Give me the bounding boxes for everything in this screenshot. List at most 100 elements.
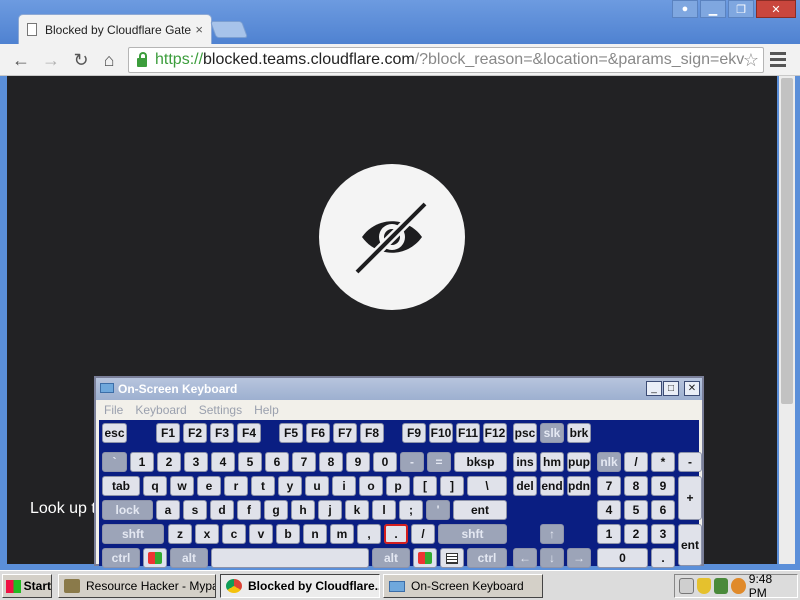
chrome-menu-icon[interactable] xyxy=(768,49,788,69)
key-enter[interactable]: ent xyxy=(453,500,507,520)
key-numpad-multiply[interactable]: * xyxy=(651,452,675,472)
key-8[interactable]: 8 xyxy=(319,452,343,472)
key-f5[interactable]: F5 xyxy=(279,423,303,443)
key-numpad-7[interactable]: 7 xyxy=(597,476,621,496)
maximize-button[interactable]: ❐ xyxy=(728,0,754,18)
home-button[interactable]: ⌂ xyxy=(98,49,120,71)
reload-button[interactable]: ↻ xyxy=(70,49,92,71)
key-brk[interactable]: brk xyxy=(567,423,591,443)
key-arrow-down[interactable]: ↓ xyxy=(540,548,564,568)
menu-keyboard[interactable]: Keyboard xyxy=(135,403,186,417)
address-bar[interactable]: https://blocked.teams.cloudflare.com/?bl… xyxy=(128,47,764,73)
key-numpad-plus[interactable]: + xyxy=(678,476,702,520)
network-icon[interactable] xyxy=(713,578,729,594)
key-windows-right[interactable] xyxy=(413,548,437,568)
key-p[interactable]: p xyxy=(386,476,410,496)
key-0[interactable]: 0 xyxy=(373,452,397,472)
key-backtick[interactable]: ` xyxy=(102,452,127,472)
key-f12[interactable]: F12 xyxy=(483,423,507,443)
key-f4[interactable]: F4 xyxy=(237,423,261,443)
key-i[interactable]: i xyxy=(332,476,356,496)
key-numpad-5[interactable]: 5 xyxy=(624,500,648,520)
key-f7[interactable]: F7 xyxy=(333,423,357,443)
key-equals[interactable]: = xyxy=(427,452,451,472)
key-u[interactable]: u xyxy=(305,476,329,496)
key-y[interactable]: y xyxy=(278,476,302,496)
key-esc[interactable]: esc xyxy=(102,423,127,443)
key-backslash[interactable]: \ xyxy=(467,476,507,496)
key-t[interactable]: t xyxy=(251,476,275,496)
key-numpad-2[interactable]: 2 xyxy=(624,524,648,544)
key-f1[interactable]: F1 xyxy=(156,423,180,443)
key-numpad-6[interactable]: 6 xyxy=(651,500,675,520)
key-numpad-1[interactable]: 1 xyxy=(597,524,621,544)
key-numpad-8[interactable]: 8 xyxy=(624,476,648,496)
menu-help[interactable]: Help xyxy=(254,403,279,417)
key-2[interactable]: 2 xyxy=(157,452,181,472)
key-q[interactable]: q xyxy=(143,476,167,496)
key-f8[interactable]: F8 xyxy=(360,423,384,443)
key-slash[interactable]: / xyxy=(411,524,435,544)
key-hm[interactable]: hm xyxy=(540,452,564,472)
key-x[interactable]: x xyxy=(195,524,219,544)
key-numpad-9[interactable]: 9 xyxy=(651,476,675,496)
key-l[interactable]: l xyxy=(372,500,396,520)
forward-button[interactable]: → xyxy=(40,49,62,71)
key-open-bracket[interactable]: [ xyxy=(413,476,437,496)
menu-settings[interactable]: Settings xyxy=(199,403,242,417)
key-numpad-divide[interactable]: / xyxy=(624,452,648,472)
osk-maximize-button[interactable]: □ xyxy=(663,381,679,396)
close-button[interactable]: ✕ xyxy=(756,0,796,18)
key-left-shift[interactable]: shft xyxy=(102,524,164,544)
key-semicolon[interactable]: ; xyxy=(399,500,423,520)
key-5[interactable]: 5 xyxy=(238,452,262,472)
key-a[interactable]: a xyxy=(156,500,180,520)
key-j[interactable]: j xyxy=(318,500,342,520)
key-9[interactable]: 9 xyxy=(346,452,370,472)
key-f11[interactable]: F11 xyxy=(456,423,480,443)
key-h[interactable]: h xyxy=(291,500,315,520)
key-f10[interactable]: F10 xyxy=(429,423,453,443)
scrollbar[interactable] xyxy=(779,76,795,564)
task-osk[interactable]: On-Screen Keyboard xyxy=(383,574,543,598)
osk-close-button[interactable]: ✕ xyxy=(684,381,700,396)
key-right-alt[interactable]: alt xyxy=(372,548,410,568)
minimize-button[interactable]: ▁ xyxy=(700,0,726,18)
key-slk[interactable]: slk xyxy=(540,423,564,443)
key-n[interactable]: n xyxy=(303,524,327,544)
tab-close-icon[interactable]: × xyxy=(195,22,203,37)
key-numpad-0[interactable]: 0 xyxy=(597,548,648,568)
key-m[interactable]: m xyxy=(330,524,354,544)
key-tab[interactable]: tab xyxy=(102,476,140,496)
key-r[interactable]: r xyxy=(224,476,248,496)
osk-title-bar[interactable]: On-Screen Keyboard _ □ ✕ xyxy=(96,378,702,400)
key-f6[interactable]: F6 xyxy=(306,423,330,443)
tab-blocked[interactable]: Blocked by Cloudflare Gatew × xyxy=(18,14,212,44)
scrollbar-thumb[interactable] xyxy=(781,78,793,404)
keyboard-tray-icon[interactable] xyxy=(679,578,694,594)
key-1[interactable]: 1 xyxy=(130,452,154,472)
key-6[interactable]: 6 xyxy=(265,452,289,472)
back-button[interactable]: ← xyxy=(10,49,32,71)
key-left-alt[interactable]: alt xyxy=(170,548,208,568)
key-f9[interactable]: F9 xyxy=(402,423,426,443)
key-s[interactable]: s xyxy=(183,500,207,520)
key-pup[interactable]: pup xyxy=(567,452,591,472)
key-numpad-3[interactable]: 3 xyxy=(651,524,675,544)
key-numpad-decimal[interactable]: . xyxy=(651,548,675,568)
key-d[interactable]: d xyxy=(210,500,234,520)
key-period[interactable]: . xyxy=(384,524,408,544)
key-end[interactable]: end xyxy=(540,476,564,496)
osk-minimize-button[interactable]: _ xyxy=(646,381,662,396)
key-nlk[interactable]: nlk xyxy=(597,452,621,472)
key-f2[interactable]: F2 xyxy=(183,423,207,443)
start-button[interactable]: Start xyxy=(2,574,52,598)
key-minus[interactable]: - xyxy=(400,452,424,472)
key-v[interactable]: v xyxy=(249,524,273,544)
bookmark-star-icon[interactable]: ☆ xyxy=(743,50,759,71)
key-ins[interactable]: ins xyxy=(513,452,537,472)
key-4[interactable]: 4 xyxy=(211,452,235,472)
key-menu[interactable] xyxy=(440,548,464,568)
key-numpad-enter[interactable]: ent xyxy=(678,524,702,566)
user-icon[interactable]: ● xyxy=(672,0,698,18)
